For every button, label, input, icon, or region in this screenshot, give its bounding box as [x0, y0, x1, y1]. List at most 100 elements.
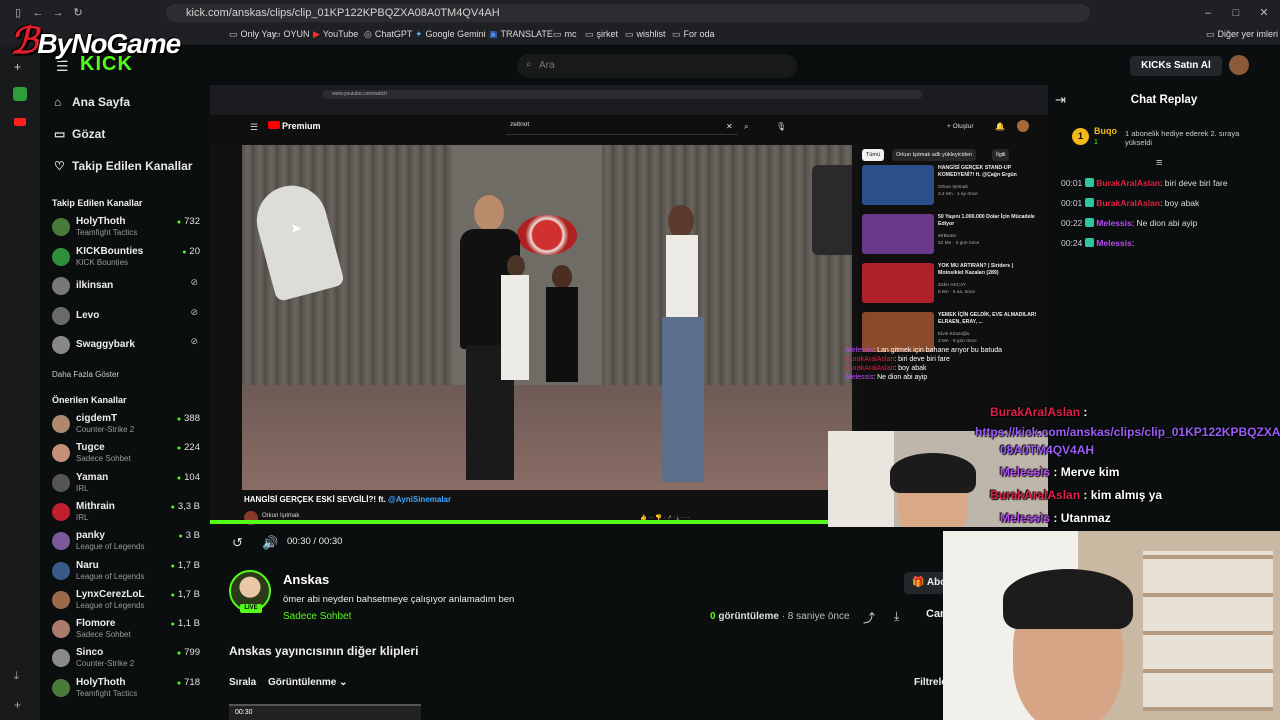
- add-tab-icon[interactable]: +: [14, 60, 21, 74]
- download-icon[interactable]: ⤓: [14, 670, 19, 683]
- filter-button[interactable]: Filtrele: [914, 677, 947, 688]
- back-icon[interactable]: ←: [30, 5, 46, 21]
- reload-icon[interactable]: ↻: [70, 5, 86, 21]
- viewer-count: 224: [177, 442, 200, 453]
- channel-item[interactable]: Swaggybark ⊘: [50, 334, 200, 360]
- search-input[interactable]: Ara: [517, 54, 797, 78]
- bookmark-item[interactable]: ▭ şirket: [585, 29, 618, 40]
- nav-home[interactable]: ⌂ Ana Sayfa: [54, 95, 130, 109]
- yt-chip: Tümü: [862, 149, 885, 161]
- other-bookmarks[interactable]: ▭ Diğer yer imleri: [1206, 29, 1278, 40]
- buy-kicks-button[interactable]: KICKs Satın Al: [1130, 56, 1222, 76]
- chat-timestamp: 00:22: [1061, 218, 1083, 228]
- channel-item[interactable]: LynxCerezLoLLeague of Legends 1,7 B: [50, 589, 200, 615]
- chat-timestamp: 00:01: [1061, 198, 1083, 208]
- channel-avatar: [52, 561, 70, 580]
- viewer-count: 1,7 B: [171, 589, 200, 600]
- channel-item[interactable]: Levo ⊘: [50, 305, 200, 331]
- channel-category: League of Legends: [76, 542, 145, 552]
- forward-icon[interactable]: →: [50, 5, 66, 21]
- channel-avatar: [52, 590, 70, 609]
- channel-avatar: [52, 532, 70, 551]
- overlay-logo: ℬByNoGame: [10, 20, 181, 61]
- bookmark-item[interactable]: ▭ OYUN: [272, 29, 310, 40]
- add-icon[interactable]: +: [14, 698, 21, 712]
- user-avatar[interactable]: [1229, 55, 1249, 75]
- chat-username[interactable]: Melessis: [1096, 218, 1131, 228]
- channel-item[interactable]: KICKBountiesKICK Bounties 20: [50, 246, 200, 272]
- channel-item[interactable]: TugceSadece Sohbet 224: [50, 442, 200, 468]
- yt-rec-item: YOK MU ARTIRAN? | Siriders | Motosiklet …: [862, 263, 1046, 307]
- overlay-chat-text: : Merve kim: [1050, 465, 1120, 479]
- overlay-chat-line: Melessis : Utanmaz: [1000, 511, 1111, 525]
- bookmark-item[interactable]: ▭ wishlist: [625, 29, 666, 40]
- channel-name: KICKBounties: [76, 245, 144, 257]
- streamer-name[interactable]: Anskas: [283, 572, 329, 587]
- badge-icon: [1085, 178, 1095, 187]
- channel-category: Counter-Strike 2: [76, 425, 135, 434]
- bookmark-item[interactable]: ✦ Google Gemini: [415, 29, 486, 40]
- bookmark-item[interactable]: ▭ Only Yay: [229, 29, 276, 40]
- chat-username[interactable]: BurakAralAslan: [1096, 198, 1160, 208]
- channel-item[interactable]: ilkinsan ⊘: [50, 275, 200, 301]
- viewer-count: 388: [177, 413, 200, 424]
- bookmark-item[interactable]: ▶ YouTube: [313, 29, 358, 40]
- chat-message: 00:01 BurakAralAslan: boy abak: [1061, 198, 1199, 208]
- inner-chat-line: BurakAralAslan: boy abak: [846, 365, 1046, 372]
- channel-item[interactable]: pankyLeague of Legends 3 B: [50, 530, 200, 556]
- viewer-count: 3 B: [179, 530, 200, 541]
- chat-timestamp: 00:01: [1061, 178, 1083, 188]
- gift-user[interactable]: Buqo: [1094, 126, 1117, 136]
- share-icon[interactable]: ⤴: [863, 609, 875, 626]
- youtube-tab-icon[interactable]: [14, 118, 26, 126]
- yt-create-button: + Oluştur: [947, 123, 974, 130]
- chat-filter-icon[interactable]: ≡: [1156, 157, 1162, 169]
- chat-username[interactable]: BurakAralAslan: [1096, 178, 1160, 188]
- close-icon[interactable]: ✕: [1256, 5, 1272, 21]
- nav-browse[interactable]: ▭ Gözat: [54, 127, 105, 141]
- chat-username[interactable]: Melessis: [1096, 238, 1131, 248]
- webcam-large: [943, 531, 1280, 720]
- viewer-count: 718: [177, 677, 200, 688]
- person-woman: [652, 205, 712, 485]
- channel-item[interactable]: HolyThothTeamfight Tactics 732: [50, 216, 200, 242]
- maximize-icon[interactable]: □: [1228, 5, 1244, 21]
- bookmark-item[interactable]: ▭ mc: [553, 29, 577, 40]
- bookmark-item[interactable]: ▣ TRANSLATE: [489, 29, 553, 40]
- badge-icon: [1085, 198, 1095, 207]
- channel-item[interactable]: SincoCounter-Strike 2 799: [50, 647, 200, 673]
- channel-item[interactable]: cigdemTCounter-Strike 2 388: [50, 413, 200, 439]
- chat-message: 00:01 BurakAralAslan: biri deve biri fare: [1061, 178, 1228, 188]
- yt-rec-thumbnail: [862, 312, 934, 352]
- channel-item[interactable]: NaruLeague of Legends 1,7 B: [50, 560, 200, 586]
- channel-category: Sadece Sohbet: [76, 630, 131, 640]
- bookmark-item[interactable]: ▭ For oda: [672, 29, 715, 40]
- youtube-logo: Premium: [268, 121, 321, 131]
- inner-chat-line: Melessis: Ne dion abi ayip: [846, 374, 1046, 381]
- kick-tab-icon[interactable]: [13, 87, 27, 101]
- overlay-chat-user: Melessis: [1000, 511, 1051, 525]
- channel-item[interactable]: HolyThothTeamfight Tactics 718: [50, 677, 200, 703]
- download-icon[interactable]: ⤓: [894, 609, 899, 624]
- nav-following[interactable]: ♡ Takip Edilen Kanallar: [54, 159, 192, 173]
- show-more-link[interactable]: Daha Fazla Göster: [52, 370, 119, 379]
- bookmarks-bar: ▭ Only Yay ▭ OYUN ▶ YouTube ◎ ChatGPT ✦ Googl…: [0, 26, 1280, 45]
- address-bar[interactable]: kick.com/anskas/clips/clip_01KP122KPBQZX…: [166, 4, 1090, 22]
- volume-icon[interactable]: 🔊: [262, 535, 278, 551]
- channel-item[interactable]: FlomoreSadece Sohbet 1,1 B: [50, 618, 200, 644]
- clip-category[interactable]: Sadece Sohbet: [283, 611, 351, 622]
- sidebar-toggle-icon[interactable]: ▯: [10, 5, 26, 21]
- channel-avatar: [52, 620, 70, 639]
- replay-icon[interactable]: ↺: [232, 535, 243, 551]
- minimize-icon[interactable]: –: [1200, 5, 1216, 21]
- channel-item[interactable]: MithrainIRL 3,3 B: [50, 501, 200, 527]
- offline-icon: ⊘: [190, 336, 198, 346]
- viewer-count: 1,1 B: [171, 618, 200, 629]
- sort-dropdown[interactable]: Görüntülenme ⌄: [268, 677, 348, 688]
- channel-avatar: [52, 473, 70, 492]
- inner-chat-line: Melessis: Lan gitmek için bahane arıyor …: [846, 347, 1046, 354]
- inner-chat-line: BurakAralAslan: biri deve biri fare: [846, 356, 1046, 363]
- bookmark-item[interactable]: ◎ ChatGPT: [364, 29, 412, 40]
- channel-item[interactable]: YamanIRL 104: [50, 472, 200, 498]
- clip-thumbnail[interactable]: 00:30: [229, 704, 421, 720]
